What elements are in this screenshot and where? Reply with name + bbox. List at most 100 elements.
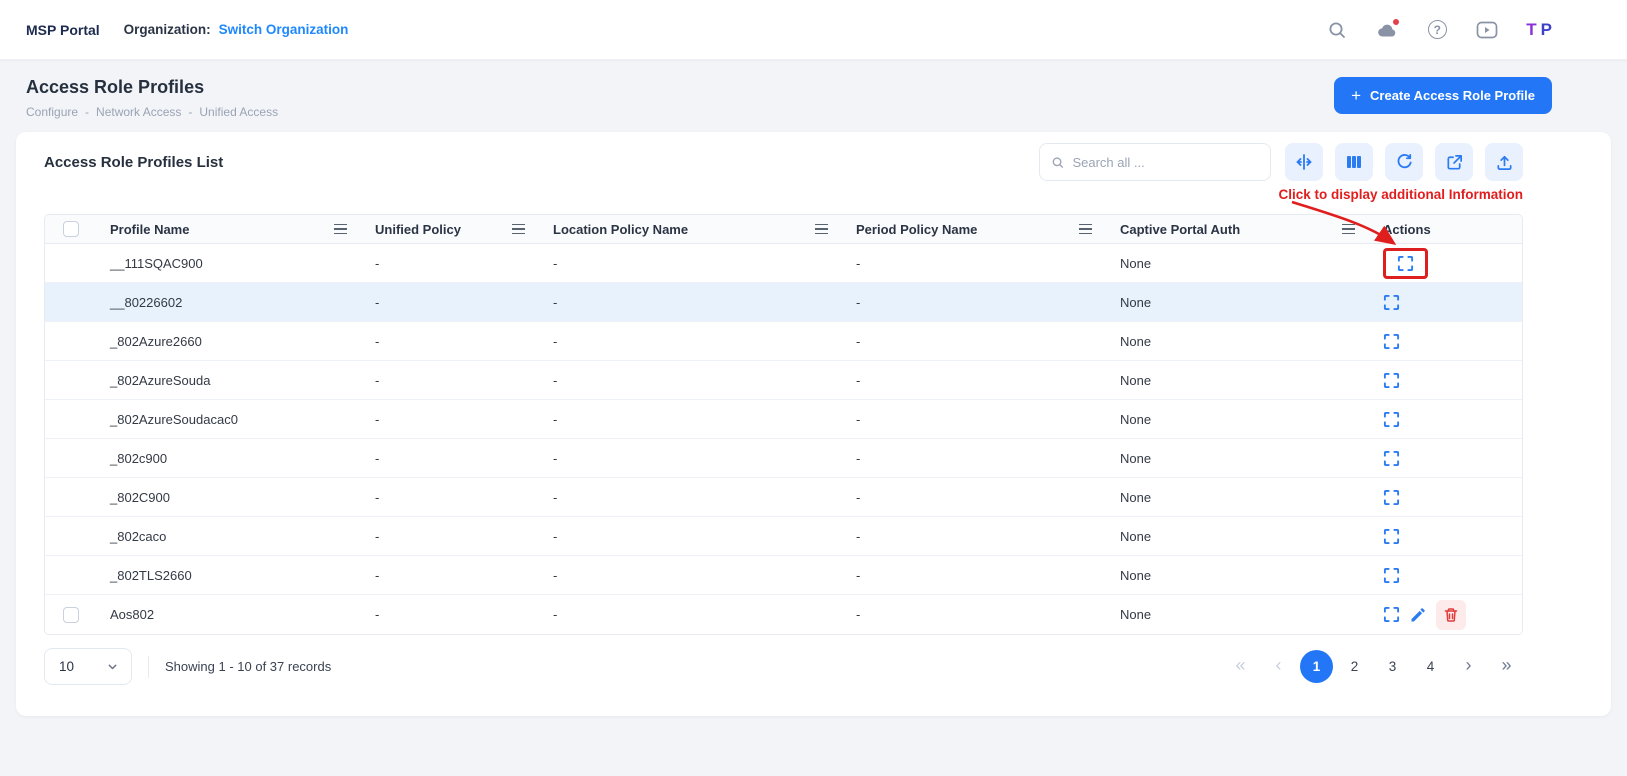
- column-label: Actions: [1383, 222, 1431, 237]
- actions-cell: [1369, 322, 1523, 361]
- export-button[interactable]: [1435, 143, 1473, 181]
- table-row[interactable]: _802C900---None: [45, 478, 1523, 517]
- breadcrumb-item[interactable]: Configure: [26, 105, 78, 119]
- profile-name-cell: _802c900: [96, 439, 361, 478]
- expand-icon: [1397, 255, 1414, 272]
- page-button-3[interactable]: 3: [1376, 650, 1409, 683]
- next-page-button[interactable]: ›: [1452, 650, 1485, 683]
- top-bar: MSP Portal Organization: Switch Organiza…: [0, 0, 1627, 60]
- columns-icon: [1345, 153, 1363, 171]
- profile-name-cell: _802Azure2660: [96, 322, 361, 361]
- unified-policy-cell: -: [361, 517, 539, 556]
- cloud-notifications-icon[interactable]: [1376, 19, 1398, 41]
- table-row[interactable]: _802Azure2660---None: [45, 322, 1523, 361]
- column-label: Profile Name: [110, 222, 189, 237]
- search-icon[interactable]: [1326, 19, 1348, 41]
- last-page-button[interactable]: »: [1490, 650, 1523, 683]
- column-header-profile-name[interactable]: Profile Name: [96, 215, 361, 244]
- unified-policy-cell: -: [361, 478, 539, 517]
- refresh-icon: [1395, 153, 1414, 172]
- captive-portal-auth-cell: None: [1106, 361, 1369, 400]
- column-menu-icon[interactable]: [334, 224, 347, 234]
- chevron-down-icon: [106, 660, 119, 673]
- expand-row-button[interactable]: [1383, 528, 1400, 545]
- select-all-checkbox[interactable]: [63, 221, 79, 237]
- table-row[interactable]: __80226602---None: [45, 283, 1523, 322]
- expand-icon: [1383, 489, 1400, 506]
- column-header-captive-portal-auth[interactable]: Captive Portal Auth: [1106, 215, 1369, 244]
- panel-title: Access Role Profiles List: [44, 154, 223, 171]
- expand-row-button[interactable]: [1383, 450, 1400, 467]
- upload-button[interactable]: [1485, 143, 1523, 181]
- page-size-select[interactable]: 10: [44, 648, 132, 685]
- period-policy-cell: -: [842, 361, 1106, 400]
- page-button-4[interactable]: 4: [1414, 650, 1447, 683]
- expand-row-button[interactable]: [1397, 255, 1414, 272]
- period-policy-cell: -: [842, 478, 1106, 517]
- table-row[interactable]: __111SQAC900---None: [45, 244, 1523, 283]
- expand-row-button[interactable]: [1383, 294, 1400, 311]
- unified-policy-cell: -: [361, 361, 539, 400]
- column-menu-icon[interactable]: [1079, 224, 1092, 234]
- avatar[interactable]: T P: [1526, 20, 1552, 40]
- expand-row-button[interactable]: [1383, 489, 1400, 506]
- search-input[interactable]: [1072, 155, 1259, 170]
- breadcrumb-separator: -: [188, 105, 192, 119]
- column-menu-icon[interactable]: [1342, 224, 1355, 234]
- location-policy-cell: -: [539, 283, 842, 322]
- breadcrumb-item[interactable]: Network Access: [96, 105, 181, 119]
- expand-columns-button[interactable]: [1285, 143, 1323, 181]
- table-footer: 10 Showing 1 - 10 of 37 records « ‹ 1 2 …: [44, 648, 1523, 685]
- page-button-2[interactable]: 2: [1338, 650, 1371, 683]
- table-row[interactable]: _802TLS2660---None: [45, 556, 1523, 595]
- unified-policy-cell: -: [361, 244, 539, 283]
- actions-cell: [1369, 400, 1523, 439]
- expand-row-button[interactable]: [1383, 333, 1400, 350]
- page-button-1[interactable]: 1: [1300, 650, 1333, 683]
- column-label: Captive Portal Auth: [1120, 222, 1240, 237]
- location-policy-cell: -: [539, 595, 842, 634]
- access-role-profiles-panel: Access Role Profiles List: [16, 132, 1611, 716]
- first-page-button[interactable]: «: [1224, 650, 1257, 683]
- table-row[interactable]: _802AzureSoudacac0---None: [45, 400, 1523, 439]
- expand-row-button[interactable]: [1383, 411, 1400, 428]
- breadcrumb-item[interactable]: Unified Access: [199, 105, 278, 119]
- table-row[interactable]: Aos802---None: [45, 595, 1523, 634]
- column-header-location-policy-name[interactable]: Location Policy Name: [539, 215, 842, 244]
- column-menu-icon[interactable]: [512, 224, 525, 234]
- actions-cell: [1369, 517, 1523, 556]
- table-row[interactable]: _802caco---None: [45, 517, 1523, 556]
- expand-row-button[interactable]: [1383, 372, 1400, 389]
- actions-cell: [1369, 478, 1523, 517]
- captive-portal-auth-cell: None: [1106, 439, 1369, 478]
- profile-name-cell: __111SQAC900: [96, 244, 361, 283]
- column-header-period-policy-name[interactable]: Period Policy Name: [842, 215, 1106, 244]
- pagination: « ‹ 1 2 3 4 › »: [1224, 650, 1523, 683]
- table-row[interactable]: _802AzureSouda---None: [45, 361, 1523, 400]
- location-policy-cell: -: [539, 361, 842, 400]
- table-row[interactable]: _802c900---None: [45, 439, 1523, 478]
- breadcrumb-separator: -: [85, 105, 89, 119]
- edit-row-button[interactable]: [1409, 606, 1427, 624]
- column-menu-icon[interactable]: [815, 224, 828, 234]
- previous-page-button[interactable]: ‹: [1262, 650, 1295, 683]
- row-checkbox[interactable]: [63, 607, 79, 623]
- expand-icon: [1383, 606, 1400, 623]
- table-header-row: Profile Name Unified Policy Location Pol…: [45, 215, 1523, 244]
- create-access-role-profile-button[interactable]: + Create Access Role Profile: [1334, 77, 1552, 114]
- row-checkbox-cell: [45, 322, 96, 361]
- expand-row-button[interactable]: [1383, 606, 1400, 623]
- expand-row-button[interactable]: [1383, 567, 1400, 584]
- actions-cell: [1369, 244, 1523, 283]
- help-icon[interactable]: ?: [1426, 19, 1448, 41]
- tutorial-play-icon[interactable]: [1476, 19, 1498, 41]
- period-policy-cell: -: [842, 595, 1106, 634]
- refresh-button[interactable]: [1385, 143, 1423, 181]
- switch-organization-link[interactable]: Switch Organization: [219, 22, 349, 37]
- column-label: Period Policy Name: [856, 222, 977, 237]
- delete-row-button[interactable]: [1436, 600, 1466, 630]
- column-header-unified-policy[interactable]: Unified Policy: [361, 215, 539, 244]
- columns-button[interactable]: [1335, 143, 1373, 181]
- records-summary: Showing 1 - 10 of 37 records: [148, 656, 331, 678]
- organization-label: Organization:: [124, 22, 211, 37]
